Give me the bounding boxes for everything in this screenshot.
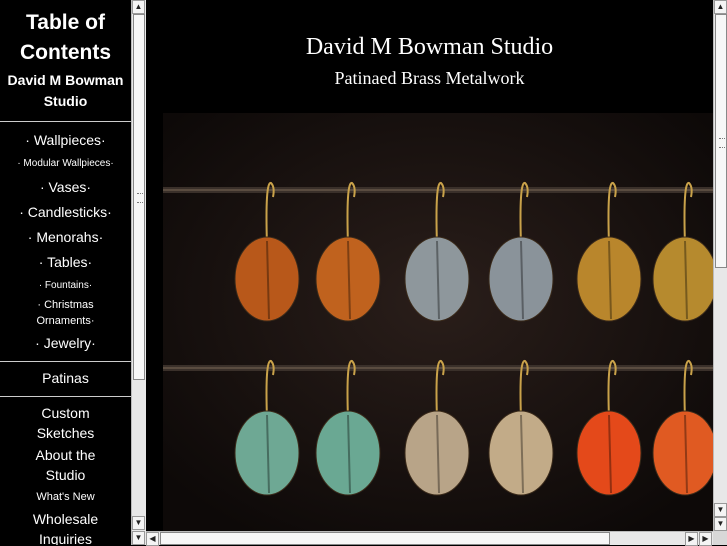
scrollbar-thumb[interactable] (133, 14, 145, 380)
left-frame-scrollbar[interactable]: ▲ ▼ ▼ (131, 0, 146, 545)
nav-tables[interactable]: · Tables· (0, 250, 131, 275)
horizontal-scrollbar-thumb[interactable] (160, 532, 610, 545)
divider (0, 121, 131, 122)
scrollbar-corner (713, 531, 727, 545)
nav-patinas[interactable]: Patinas (0, 366, 131, 391)
nav-wholesale-inquiries[interactable]: Wholesale Inquiries (0, 509, 131, 545)
nav-fountains[interactable]: · Fountains· (0, 275, 131, 297)
divider (0, 396, 131, 397)
page-title: David M Bowman Studio (305, 34, 554, 60)
scroll-down-arrow-icon[interactable]: ▼ (714, 503, 727, 517)
nav-wallpieces[interactable]: · Wallpieces· (0, 128, 131, 153)
nav-menorahs[interactable]: · Menorahs· (0, 225, 131, 250)
nav-jewelry[interactable]: · Jewelry· (0, 331, 131, 356)
scroll-up-arrow-icon[interactable]: ▲ (132, 0, 145, 14)
toc-title: Table of Contents (20, 11, 111, 64)
nav-christmas-ornaments[interactable]: · Christmas Ornaments· (0, 297, 131, 329)
scroll-down-arrow-icon[interactable]: ▼ (714, 517, 727, 531)
nav-custom-sketches[interactable]: Custom Sketches (0, 399, 131, 445)
main-frame: David M Bowman Studio Patinaed Brass Met… (146, 0, 713, 531)
left-frame: Table of Contents David M Bowman Studio … (0, 0, 131, 545)
page-subtitle: Patinaed Brass Metalwork (334, 68, 525, 88)
scroll-right-arrow-icon[interactable]: ▶ (699, 532, 712, 546)
grip-icon (137, 193, 143, 203)
nav-about-studio[interactable]: About the Studio (0, 445, 131, 485)
scrollbar-thumb[interactable] (715, 14, 727, 268)
grip-icon (719, 138, 725, 148)
nav-whats-new[interactable]: What's New (0, 485, 131, 509)
main-frame-scrollbar[interactable]: ▲ ▼ ▼ (713, 0, 727, 531)
scroll-right-arrow-icon[interactable]: ▶ (685, 532, 698, 546)
main-frame-horizontal-scrollbar[interactable]: ◀ ▶ ▶ (146, 531, 713, 546)
earrings-photo (163, 113, 713, 531)
scroll-left-arrow-icon[interactable]: ◀ (146, 532, 159, 546)
nav-modular-wallpieces[interactable]: · Modular Wallpieces· (0, 153, 131, 175)
divider (0, 361, 131, 362)
scroll-up-arrow-icon[interactable]: ▲ (714, 0, 727, 14)
nav-candlesticks[interactable]: · Candlesticks· (0, 200, 131, 225)
nav-vases[interactable]: · Vases· (0, 175, 131, 200)
scroll-down-arrow-icon[interactable]: ▼ (132, 531, 145, 545)
studio-name: David M Bowman Studio (7, 72, 124, 109)
scroll-down-arrow-icon[interactable]: ▼ (132, 516, 145, 530)
